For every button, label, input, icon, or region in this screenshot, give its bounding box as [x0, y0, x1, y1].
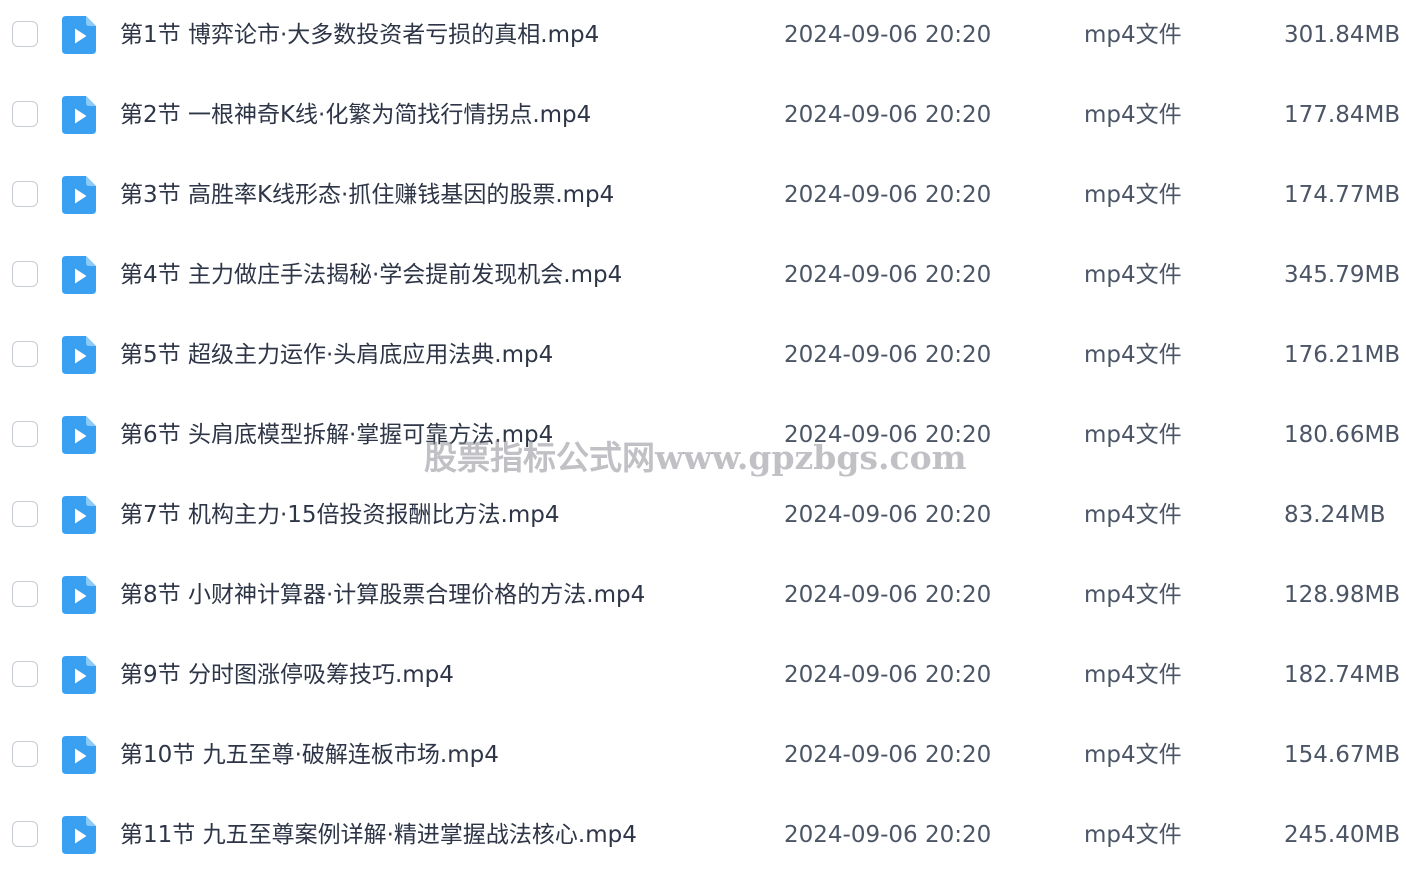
file-type: mp4文件	[1084, 662, 1182, 688]
file-type: mp4文件	[1084, 822, 1182, 848]
video-file-icon	[62, 336, 96, 374]
file-size: 177.84MB	[1284, 102, 1401, 128]
video-file-icon	[62, 416, 96, 454]
file-size: 174.77MB	[1284, 182, 1401, 208]
file-size: 180.66MB	[1284, 422, 1401, 448]
video-file-icon	[62, 736, 96, 774]
file-size: 245.40MB	[1284, 822, 1401, 848]
file-name[interactable]: 第1节 博弈论市·大多数投资者亏损的真相.mp4	[120, 18, 760, 52]
file-modified-date: 2024-09-06 20:20	[784, 182, 992, 208]
file-modified-date: 2024-09-06 20:20	[784, 502, 992, 528]
file-row[interactable]: 第5节 超级主力运作·头肩底应用法典.mp4 2024-09-06 20:20 …	[0, 320, 1406, 400]
file-row[interactable]: 第6节 头肩底模型拆解·掌握可靠方法.mp4 2024-09-06 20:20 …	[0, 400, 1406, 480]
row-checkbox[interactable]	[12, 341, 38, 367]
file-type: mp4文件	[1084, 582, 1182, 608]
file-type: mp4文件	[1084, 422, 1182, 448]
file-row[interactable]: 第9节 分时图涨停吸筹技巧.mp4 2024-09-06 20:20 mp4文件…	[0, 640, 1406, 720]
video-file-icon	[62, 16, 96, 54]
file-size: 301.84MB	[1284, 22, 1401, 48]
file-row[interactable]: 第7节 机构主力·15倍投资报酬比方法.mp4 2024-09-06 20:20…	[0, 480, 1406, 560]
file-type: mp4文件	[1084, 22, 1182, 48]
file-name[interactable]: 第6节 头肩底模型拆解·掌握可靠方法.mp4	[120, 418, 760, 452]
file-row[interactable]: 第1节 博弈论市·大多数投资者亏损的真相.mp4 2024-09-06 20:2…	[0, 0, 1406, 80]
row-checkbox[interactable]	[12, 501, 38, 527]
file-row[interactable]: 第11节 九五至尊案例详解·精进掌握战法核心.mp4 2024-09-06 20…	[0, 800, 1406, 880]
file-type: mp4文件	[1084, 182, 1182, 208]
file-size: 345.79MB	[1284, 262, 1401, 288]
video-file-icon	[62, 496, 96, 534]
file-row[interactable]: 第10节 九五至尊·破解连板市场.mp4 2024-09-06 20:20 mp…	[0, 720, 1406, 800]
file-name[interactable]: 第9节 分时图涨停吸筹技巧.mp4	[120, 658, 760, 692]
row-checkbox[interactable]	[12, 21, 38, 47]
file-size: 182.74MB	[1284, 662, 1401, 688]
file-modified-date: 2024-09-06 20:20	[784, 662, 992, 688]
file-size: 176.21MB	[1284, 342, 1401, 368]
file-name[interactable]: 第5节 超级主力运作·头肩底应用法典.mp4	[120, 338, 760, 372]
file-name[interactable]: 第2节 一根神奇K线·化繁为简找行情拐点.mp4	[120, 98, 760, 132]
row-checkbox[interactable]	[12, 581, 38, 607]
file-type: mp4文件	[1084, 342, 1182, 368]
file-name[interactable]: 第4节 主力做庄手法揭秘·学会提前发现机会.mp4	[120, 258, 760, 292]
row-checkbox[interactable]	[12, 421, 38, 447]
row-checkbox[interactable]	[12, 821, 38, 847]
video-file-icon	[62, 576, 96, 614]
row-checkbox[interactable]	[12, 101, 38, 127]
file-name[interactable]: 第7节 机构主力·15倍投资报酬比方法.mp4	[120, 498, 760, 532]
file-row[interactable]: 第3节 高胜率K线形态·抓住赚钱基因的股票.mp4 2024-09-06 20:…	[0, 160, 1406, 240]
row-checkbox[interactable]	[12, 261, 38, 287]
file-size: 83.24MB	[1284, 502, 1386, 528]
file-name[interactable]: 第11节 九五至尊案例详解·精进掌握战法核心.mp4	[120, 818, 760, 852]
file-size: 128.98MB	[1284, 582, 1401, 608]
file-row[interactable]: 第8节 小财神计算器·计算股票合理价格的方法.mp4 2024-09-06 20…	[0, 560, 1406, 640]
file-name[interactable]: 第3节 高胜率K线形态·抓住赚钱基因的股票.mp4	[120, 178, 760, 212]
row-checkbox[interactable]	[12, 181, 38, 207]
video-file-icon	[62, 176, 96, 214]
file-row[interactable]: 第2节 一根神奇K线·化繁为简找行情拐点.mp4 2024-09-06 20:2…	[0, 80, 1406, 160]
file-type: mp4文件	[1084, 102, 1182, 128]
file-modified-date: 2024-09-06 20:20	[784, 22, 992, 48]
file-modified-date: 2024-09-06 20:20	[784, 262, 992, 288]
file-name[interactable]: 第10节 九五至尊·破解连板市场.mp4	[120, 738, 760, 772]
file-modified-date: 2024-09-06 20:20	[784, 102, 992, 128]
row-checkbox[interactable]	[12, 661, 38, 687]
file-modified-date: 2024-09-06 20:20	[784, 822, 992, 848]
video-file-icon	[62, 256, 96, 294]
file-size: 154.67MB	[1284, 742, 1401, 768]
file-modified-date: 2024-09-06 20:20	[784, 422, 992, 448]
file-type: mp4文件	[1084, 742, 1182, 768]
file-row[interactable]: 第4节 主力做庄手法揭秘·学会提前发现机会.mp4 2024-09-06 20:…	[0, 240, 1406, 320]
video-file-icon	[62, 96, 96, 134]
file-modified-date: 2024-09-06 20:20	[784, 742, 992, 768]
row-checkbox[interactable]	[12, 741, 38, 767]
video-file-icon	[62, 656, 96, 694]
file-type: mp4文件	[1084, 502, 1182, 528]
file-modified-date: 2024-09-06 20:20	[784, 342, 992, 368]
file-list: 第1节 博弈论市·大多数投资者亏损的真相.mp4 2024-09-06 20:2…	[0, 0, 1406, 861]
file-name[interactable]: 第8节 小财神计算器·计算股票合理价格的方法.mp4	[120, 578, 760, 612]
file-type: mp4文件	[1084, 262, 1182, 288]
video-file-icon	[62, 816, 96, 854]
file-modified-date: 2024-09-06 20:20	[784, 582, 992, 608]
